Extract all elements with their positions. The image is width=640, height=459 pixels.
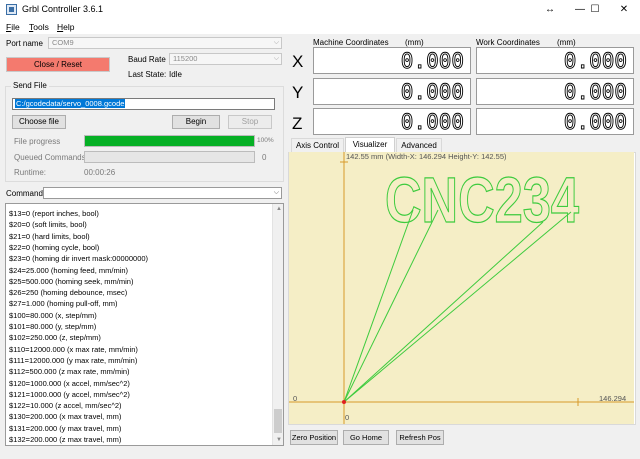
chevron-down-icon: ⌵: [273, 189, 279, 196]
console-scrollbar[interactable]: ▲ ▼: [272, 204, 283, 445]
work-x-display: 0.000: [476, 47, 634, 74]
console-line: $130=200.000 (x max travel, mm): [9, 412, 122, 422]
chevron-down-icon: ⌵: [273, 55, 279, 62]
close-window-button[interactable]: ✕: [609, 0, 639, 20]
resize-icon[interactable]: ↔: [535, 0, 565, 20]
console-line: $101=80.000 (y, step/mm): [9, 322, 97, 331]
file-path-input[interactable]: C:/gcodedata/servo_0008.gcode: [12, 98, 275, 110]
last-state-label: Last State:: [128, 70, 167, 79]
work-z-value: 0.000: [563, 110, 627, 135]
scroll-down-icon[interactable]: ▼: [276, 437, 282, 443]
console-line: $112=500.000 (z max rate, mm/min): [9, 367, 130, 377]
console-line: $27=1.000 (homing pull-off, mm): [9, 299, 118, 309]
machine-z-display: 0.000: [313, 108, 471, 135]
begin-button[interactable]: Begin: [172, 115, 220, 129]
scroll-thumb[interactable]: [274, 409, 282, 433]
queued-commands-value: 0: [262, 153, 267, 162]
console-line: $25=500.000 (homing seek, mm/min): [9, 276, 134, 286]
origin-marker: [342, 400, 346, 404]
queued-commands-bar: [84, 151, 255, 163]
zero-position-button[interactable]: Zero Position: [290, 430, 338, 445]
file-progress-label: File progress: [14, 137, 61, 146]
console-line: $122=10.000 (z accel, mm/sec^2): [9, 401, 122, 411]
axis-x-label: X: [292, 52, 304, 71]
visualizer-canvas[interactable]: CNC234 142.55 mm (Width-X: 146.294 Heigh…: [289, 152, 634, 424]
work-y-value: 0.000: [563, 80, 627, 105]
console-line: $121=1000.000 (y accel, mm/sec^2): [9, 389, 130, 399]
axis-y-label: Y: [292, 83, 304, 102]
work-unit-label: (mm): [557, 38, 576, 47]
app-icon: [6, 4, 17, 15]
port-select[interactable]: COM9 ⌵: [48, 37, 282, 49]
send-file-legend: Send File: [11, 81, 49, 90]
console-line: $26=250 (homing debounce, msec): [9, 288, 128, 298]
menu-bar: [0, 20, 640, 34]
command-label: Command: [6, 189, 43, 198]
console-line: $131=200.000 (y max travel, mm): [9, 423, 122, 433]
runtime-value: 00:00:26: [84, 168, 116, 177]
console-line: $100=80.000 (x, step/mm): [9, 310, 97, 320]
file-progress-bar: [84, 135, 255, 147]
origin-x-label: 0: [293, 394, 298, 403]
tab-visualizer[interactable]: Visualizer: [345, 137, 395, 152]
work-x-value: 0.000: [563, 49, 627, 74]
go-home-button[interactable]: Go Home: [343, 430, 389, 445]
chevron-down-icon: ⌵: [273, 39, 279, 46]
work-y-display: 0.000: [476, 78, 634, 105]
baud-rate-value: 115200: [173, 54, 198, 63]
machine-coordinates-label: Machine Coordinates: [313, 38, 389, 47]
console-line: $20=0 (soft limits, bool): [9, 220, 87, 230]
command-input[interactable]: ⌵: [43, 187, 282, 199]
scroll-up-icon[interactable]: ▲: [276, 206, 282, 212]
axis-z-label: Z: [292, 114, 303, 133]
toolpath-line: [343, 209, 439, 403]
drawing-text: CNC234: [385, 164, 579, 236]
tab-axis-control[interactable]: Axis Control: [291, 138, 344, 152]
work-z-display: 0.000: [476, 108, 634, 135]
window-title: Grbl Controller 3.6.1: [22, 4, 104, 14]
refresh-pos-button[interactable]: Refresh Pos: [396, 430, 444, 445]
port-name-label: Port name: [6, 39, 43, 48]
choose-file-button[interactable]: Choose file: [12, 115, 66, 129]
close-reset-button[interactable]: Close / Reset: [6, 57, 110, 72]
file-progress-fill: [85, 136, 254, 146]
menu-help[interactable]: Help: [57, 22, 74, 32]
file-progress-text: 100%: [257, 137, 274, 144]
maximize-button[interactable]: ☐: [580, 0, 610, 20]
machine-y-value: 0.000: [400, 80, 464, 105]
machine-x-display: 0.000: [313, 47, 471, 74]
toolpath-line: [343, 221, 544, 403]
visualizer-header: 142.55 mm (Width-X: 146.294 Height-Y: 14…: [346, 152, 507, 161]
console-line: $120=1000.000 (x accel, mm/sec^2): [9, 378, 130, 388]
console-line: $102=250.000 (z, step/mm): [9, 333, 101, 343]
menu-file[interactable]: File: [6, 22, 20, 32]
console-line: $24=25.000 (homing feed, mm/min): [9, 265, 129, 275]
menu-tools[interactable]: Tools: [29, 22, 49, 32]
tab-advanced[interactable]: Advanced: [396, 138, 442, 152]
console-line: $111=12000.000 (y max rate, mm/min): [9, 355, 138, 365]
machine-y-display: 0.000: [313, 78, 471, 105]
console-output[interactable]: ▲ ▼ $13=0 (report inches, bool) $20=0 (so…: [5, 203, 284, 446]
origin-y-label: 0: [345, 413, 350, 422]
last-state-value: Idle: [169, 70, 182, 79]
file-path-value: C:/gcodedata/servo_0008.gcode: [15, 99, 126, 108]
console-line: $13=0 (report inches, bool): [9, 209, 99, 218]
port-select-value: COM9: [52, 38, 74, 47]
stop-button[interactable]: Stop: [228, 115, 272, 129]
console-line: $132=200.000 (z max travel, mm): [9, 435, 122, 444]
baud-rate-select[interactable]: 115200 ⌵: [169, 53, 282, 65]
baud-rate-label: Baud Rate: [128, 55, 166, 64]
machine-z-value: 0.000: [400, 110, 464, 135]
console-line: $21=0 (hard limits, bool): [9, 231, 90, 241]
console-line: $22=0 (homing cycle, bool): [9, 242, 100, 252]
machine-x-value: 0.000: [400, 49, 464, 74]
runtime-label: Runtime:: [14, 168, 47, 177]
console-line: $110=12000.000 (x max rate, mm/min): [9, 344, 138, 354]
queued-commands-label: Queued Commands: [14, 153, 86, 162]
machine-unit-label: (mm): [405, 38, 424, 47]
console-line: $23=0 (homing dir invert mask:00000000): [9, 254, 149, 264]
work-coordinates-label: Work Coordinates: [476, 38, 540, 47]
x-max-label: 146.294: [599, 394, 627, 403]
